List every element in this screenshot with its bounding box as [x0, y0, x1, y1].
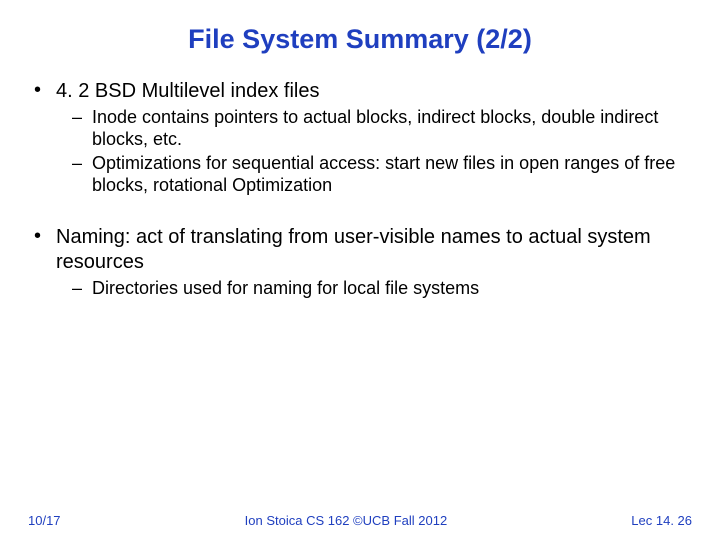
slide-title: File System Summary (2/2) [28, 24, 692, 55]
bullet-dot-icon [34, 79, 56, 103]
sub-bullet-text: Inode contains pointers to actual blocks… [92, 107, 692, 151]
dash-icon [72, 153, 92, 197]
bullet-text: Naming: act of translating from user-vis… [56, 225, 692, 274]
footer-lecture-number: Lec 14. 26 [631, 513, 692, 528]
slide-footer: 10/17 Ion Stoica CS 162 ©UCB Fall 2012 L… [0, 513, 720, 528]
sub-bullet-item: Optimizations for sequential access: sta… [72, 153, 692, 197]
footer-attribution: Ion Stoica CS 162 ©UCB Fall 2012 [245, 513, 448, 528]
sub-bullet-item: Directories used for naming for local fi… [72, 278, 692, 300]
sub-bullet-text: Directories used for naming for local fi… [92, 278, 692, 300]
bullet-item: Naming: act of translating from user-vis… [34, 225, 692, 274]
dash-icon [72, 278, 92, 300]
bullet-text: 4. 2 BSD Multilevel index files [56, 79, 692, 103]
bullet-dot-icon [34, 225, 56, 274]
bullet-item: 4. 2 BSD Multilevel index files [34, 79, 692, 103]
sub-bullet-text: Optimizations for sequential access: sta… [92, 153, 692, 197]
footer-date: 10/17 [28, 513, 61, 528]
dash-icon [72, 107, 92, 151]
sub-bullet-item: Inode contains pointers to actual blocks… [72, 107, 692, 151]
